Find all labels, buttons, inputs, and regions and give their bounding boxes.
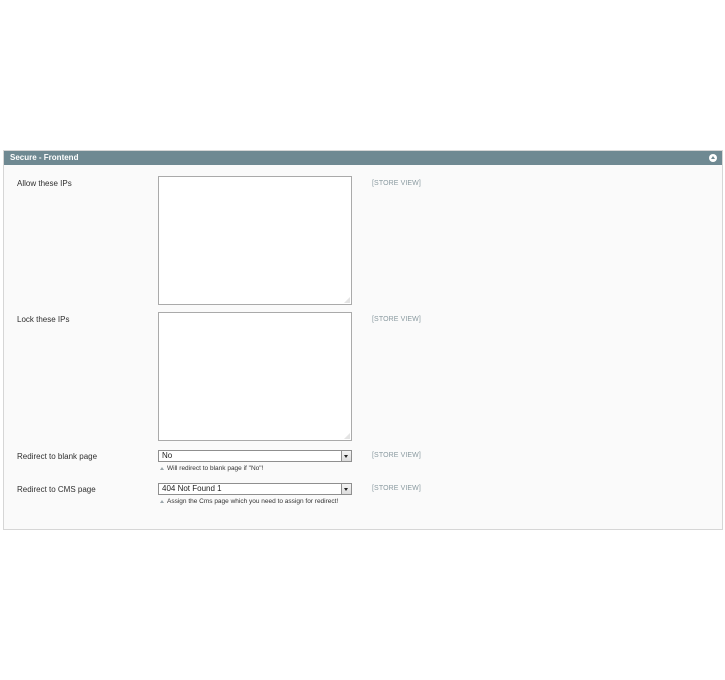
redirect-blank-note-text: Will redirect to blank page if "No"! [167, 465, 264, 472]
allow-ips-label: Allow these IPs [17, 179, 72, 188]
note-arrow-icon [160, 467, 164, 470]
page: Secure - Frontend Allow these IPs [STORE… [0, 0, 725, 680]
allow-ips-textarea[interactable] [158, 176, 352, 305]
redirect-cms-scope: [STORE VIEW] [372, 485, 421, 492]
lock-ips-textarea[interactable] [158, 312, 352, 441]
lock-ips-label: Lock these IPs [17, 315, 70, 324]
redirect-cms-note-text: Assign the Cms page which you need to as… [167, 498, 339, 505]
chevron-down-icon[interactable] [341, 484, 351, 494]
redirect-blank-note: Will redirect to blank page if "No"! [158, 463, 348, 475]
section-header[interactable]: Secure - Frontend [4, 151, 722, 165]
section-title: Secure - Frontend [10, 153, 79, 162]
redirect-blank-selected: No [162, 451, 173, 460]
redirect-blank-scope: [STORE VIEW] [372, 452, 421, 459]
redirect-cms-select[interactable]: 404 Not Found 1 [158, 483, 352, 495]
redirect-cms-selected: 404 Not Found 1 [162, 484, 222, 493]
redirect-blank-select[interactable]: No [158, 450, 352, 462]
redirect-blank-label: Redirect to blank page [17, 452, 98, 461]
redirect-cms-note: Assign the Cms page which you need to as… [158, 496, 348, 508]
collapse-icon[interactable] [709, 154, 717, 162]
lock-ips-scope: [STORE VIEW] [372, 316, 421, 323]
secure-frontend-fieldset: Secure - Frontend Allow these IPs [STORE… [3, 150, 723, 530]
redirect-cms-label: Redirect to CMS page [17, 485, 96, 494]
chevron-down-icon[interactable] [341, 451, 351, 461]
allow-ips-scope: [STORE VIEW] [372, 180, 421, 187]
note-arrow-icon [160, 500, 164, 503]
